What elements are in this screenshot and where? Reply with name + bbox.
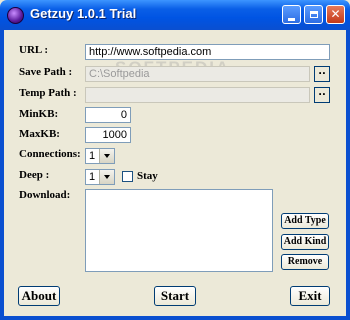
remove-button[interactable]: Remove xyxy=(281,254,329,270)
exit-button[interactable]: Exit xyxy=(290,286,330,306)
temp-path-label: Temp Path : xyxy=(19,87,77,99)
chevron-down-icon[interactable] xyxy=(99,170,114,184)
add-type-button[interactable]: Add Type xyxy=(281,213,329,229)
temp-path-input[interactable] xyxy=(85,87,310,103)
url-label: URL : xyxy=(19,44,49,56)
window-border-right xyxy=(346,30,350,320)
window-border-left xyxy=(0,30,4,320)
start-button[interactable]: Start xyxy=(154,286,196,306)
stay-label: Stay xyxy=(137,170,158,182)
maximize-icon xyxy=(309,11,318,18)
maxkb-label: MaxKB: xyxy=(19,128,60,140)
maxkb-input[interactable]: 1000 xyxy=(85,127,131,143)
minimize-icon xyxy=(288,18,295,21)
close-icon: ✕ xyxy=(330,7,341,21)
minkb-label: MinKB: xyxy=(19,108,59,120)
connections-label: Connections: xyxy=(19,148,81,160)
deep-label: Deep : xyxy=(19,169,50,181)
connections-value: 1 xyxy=(89,150,96,162)
download-list[interactable] xyxy=(85,189,273,272)
window-border-bottom xyxy=(0,316,350,320)
main-window: Getzuy 1.0.1 Trial ✕ SOFTPEDIA URL : htt… xyxy=(0,0,350,320)
stay-checkbox[interactable] xyxy=(122,171,133,182)
deep-select[interactable]: 1 xyxy=(85,169,115,185)
title-bar[interactable]: Getzuy 1.0.1 Trial ✕ xyxy=(0,0,350,30)
minimize-button[interactable] xyxy=(282,5,301,24)
chevron-down-icon[interactable] xyxy=(99,149,114,163)
url-input[interactable]: http://www.softpedia.com xyxy=(85,44,330,60)
close-button[interactable]: ✕ xyxy=(326,5,345,24)
temp-path-browse-button[interactable]: .. xyxy=(314,87,330,103)
save-path-browse-button[interactable]: .. xyxy=(314,66,330,82)
about-button[interactable]: About xyxy=(18,286,60,306)
connections-select[interactable]: 1 xyxy=(85,148,115,164)
add-kind-button[interactable]: Add Kind xyxy=(281,234,329,250)
save-path-label: Save Path : xyxy=(19,66,73,78)
download-label: Download: xyxy=(19,189,71,201)
minkb-input[interactable]: 0 xyxy=(85,107,131,123)
app-icon xyxy=(7,7,24,24)
maximize-button[interactable] xyxy=(304,5,323,24)
save-path-input[interactable]: C:\Softpedia xyxy=(85,66,310,82)
deep-value: 1 xyxy=(89,171,96,183)
window-title: Getzuy 1.0.1 Trial xyxy=(30,6,137,21)
